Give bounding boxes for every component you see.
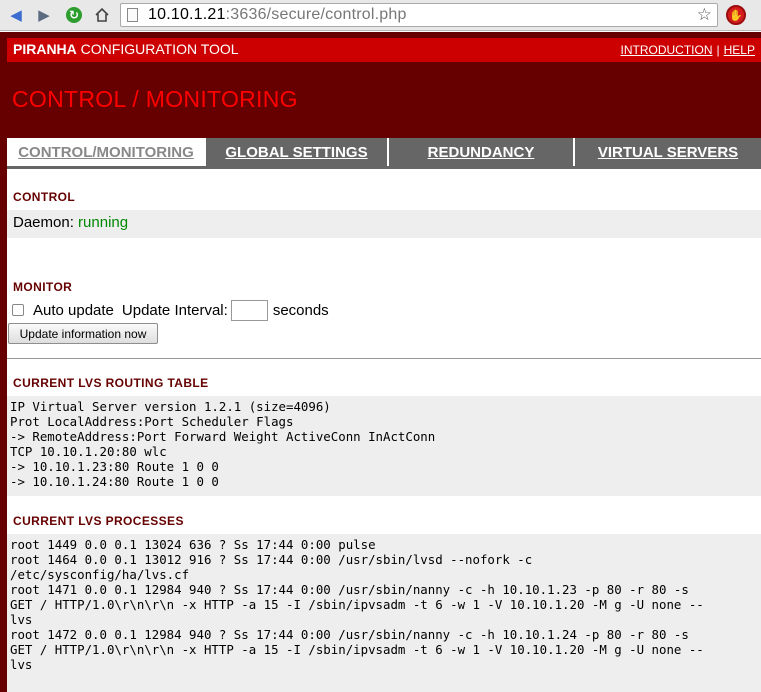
process-line: root 1472 0.0 0.1 12984 940 ? Ss 17:44 0… [10,627,689,642]
daemon-status-row: Daemon: running [7,210,761,238]
tab-virtual-servers[interactable]: VIRTUAL SERVERS [575,138,761,166]
tab-control-monitoring[interactable]: CONTROL/MONITORING [7,138,205,166]
process-line: GET / HTTP/1.0\r\n\r\n -x HTTP -a 15 -I … [10,597,704,612]
page-icon [127,8,138,22]
star-icon[interactable]: ☆ [697,5,712,25]
tab-global-settings[interactable]: GLOBAL SETTINGS [206,138,387,166]
process-line: lvs [10,612,33,627]
introduction-link[interactable]: INTRODUCTION [621,43,713,57]
update-information-button[interactable]: Update information now [8,323,158,344]
routing-line: -> 10.10.1.23:80 Route 1 0 0 [10,459,219,474]
main-content: CONTROL/MONITORING GLOBAL SETTINGS REDUN… [7,138,761,692]
update-interval-label: Update Interval: [121,301,228,319]
processes-title: CURRENT LVS PROCESSES [13,514,184,528]
top-bar: PIRANHA CONFIGURATION TOOL INTRODUCTION |… [7,38,761,62]
process-line: lvs [10,657,33,672]
daemon-running-status: running [78,214,129,231]
forward-arrow-icon[interactable]: ▶ [34,5,54,25]
address-bar[interactable]: 10.10.1.21:3636/secure/control.php ☆ [120,3,718,27]
seconds-label: seconds [272,301,329,319]
routing-line: -> 10.10.1.24:80 Route 1 0 0 [10,474,219,489]
process-line: root 1464 0.0 0.1 13012 916 ? Ss 17:44 0… [10,552,533,567]
home-icon[interactable] [92,5,112,25]
control-section-title: CONTROL [13,190,76,204]
section-divider [7,358,761,359]
process-line: /etc/sysconfig/ha/lvs.cf [10,567,190,582]
stop-extension-icon[interactable]: ✋ [726,5,746,25]
monitor-controls: Auto update Update Interval: seconds [10,299,329,321]
monitor-section-title: MONITOR [13,280,73,294]
url-text[interactable]: 10.10.1.21:3636/secure/control.php [148,6,407,24]
routing-table-output: IP Virtual Server version 1.2.1 (size=40… [10,399,435,489]
update-interval-input[interactable] [230,299,268,321]
daemon-status: Daemon: running [13,214,129,231]
routing-line: IP Virtual Server version 1.2.1 (size=40… [10,399,331,414]
routing-line: -> RemoteAddress:Port Forward Weight Act… [10,429,436,444]
tab-divider [7,166,761,169]
processes-output: root 1449 0.0 0.1 13024 636 ? Ss 17:44 0… [10,537,704,672]
brand-title: PIRANHA CONFIGURATION TOOL [13,41,239,57]
auto-update-checkbox[interactable] [12,304,24,316]
page-title: CONTROL / MONITORING [12,86,298,112]
reload-icon[interactable]: ↻ [64,5,84,25]
back-arrow-icon[interactable]: ◀ [6,5,26,25]
process-line: root 1449 0.0 0.1 13024 636 ? Ss 17:44 0… [10,537,376,552]
auto-update-label: Auto update [33,301,114,319]
routing-line: TCP 10.10.1.20:80 wlc [10,444,167,459]
piranha-page: PIRANHA CONFIGURATION TOOL INTRODUCTION |… [0,32,761,692]
routing-table-title: CURRENT LVS ROUTING TABLE [13,376,209,390]
routing-table-box: IP Virtual Server version 1.2.1 (size=40… [7,396,761,496]
process-line: GET / HTTP/1.0\r\n\r\n -x HTTP -a 15 -I … [10,642,704,657]
help-link[interactable]: HELP [724,43,755,57]
browser-toolbar: ◀ ▶ ↻ 10.10.1.21:3636/secure/control.php… [0,0,761,31]
tab-bar: CONTROL/MONITORING GLOBAL SETTINGS REDUN… [7,138,761,166]
process-line: root 1471 0.0 0.1 12984 940 ? Ss 17:44 0… [10,582,689,597]
processes-box: root 1449 0.0 0.1 13024 636 ? Ss 17:44 0… [7,534,761,692]
top-links: INTRODUCTION | HELP [620,43,755,57]
routing-line: Prot LocalAddress:Port Scheduler Flags [10,414,294,429]
tab-redundancy[interactable]: REDUNDANCY [389,138,573,166]
